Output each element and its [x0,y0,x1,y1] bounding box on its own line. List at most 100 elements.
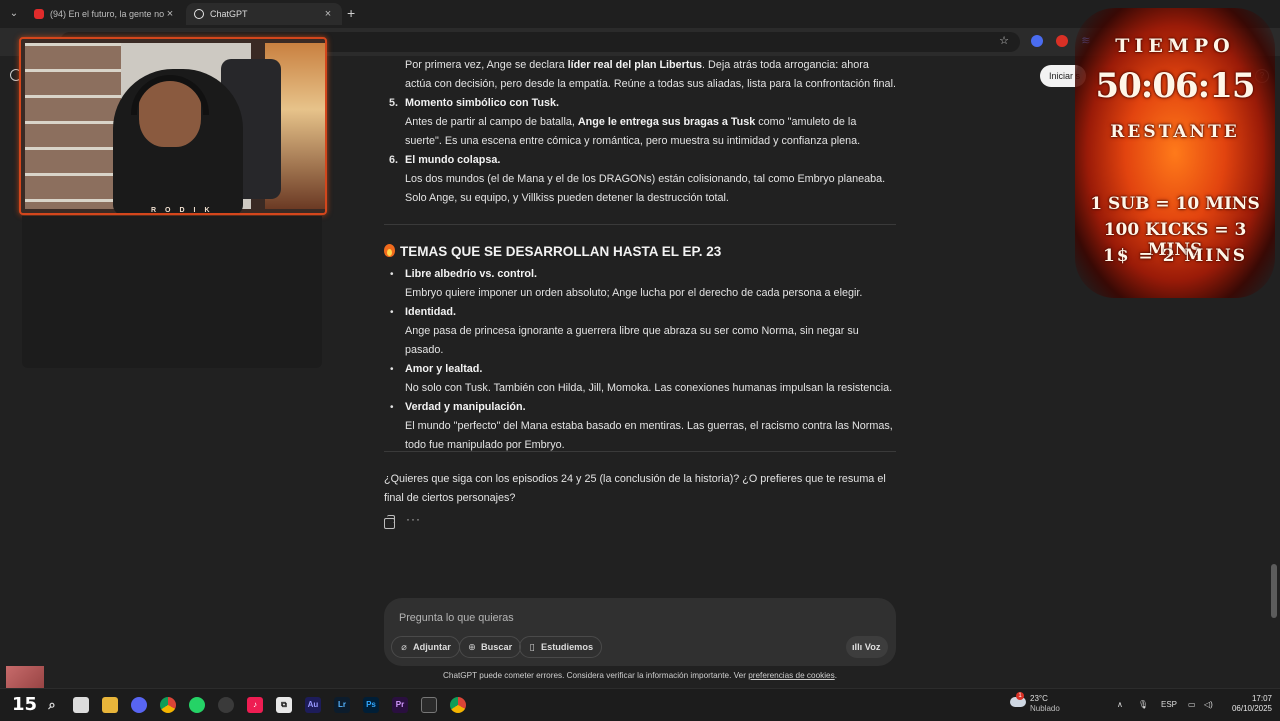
task-view-icon[interactable] [73,697,89,713]
voice-label: Voz [864,642,881,652]
weather-desc: Nublado [1030,704,1060,713]
notification-badge: 1 [1016,692,1024,700]
paragraph-text: Antes de partir al campo de batalla, [405,116,578,128]
list-item-title: Verdad y manipulación. [405,401,526,413]
section-heading: TEMAS QUE SE DESARROLLAN HASTA EL EP. 23 [384,244,721,259]
attach-button[interactable]: ⌀ Adjuntar [391,636,460,658]
thumbnail-number: 15 [12,694,38,715]
timer-rate: 1$ = 2 MINS [1102,246,1248,266]
timer-value: 50:06:15 [1095,66,1255,106]
volume-icon[interactable]: ◁) [1204,700,1213,709]
tab-title: (94) En el futuro, la gente norm [50,9,164,19]
paragraph-text: Embryo quiere imponer un orden absoluto;… [405,287,863,299]
list-item: 6. El mundo colapsa. Los dos mundos (el … [384,151,896,208]
tab-youtube[interactable]: (94) En el futuro, la gente norm × [26,3,184,25]
webcam-panel-background [22,216,322,368]
timer-sublabel: RESTANTE [1110,122,1240,142]
waveform-icon: ıllı [852,642,865,652]
clock-date: 06/10/2025 [1231,704,1272,713]
bullet: • [390,269,394,280]
book-icon: ▯ [529,642,535,652]
premiere-icon[interactable]: Pr [392,697,408,713]
timer-label: TIEMPO [1115,35,1235,57]
tray-chevron-icon[interactable]: ∧ [1117,700,1123,709]
audition-icon[interactable]: Au [305,697,321,713]
weather-temp: 23°C [1030,694,1048,703]
chrome-icon[interactable] [450,697,466,713]
whatsapp-icon[interactable] [189,697,205,713]
themes-list: • Libre albedrío vs. control. Embryo qui… [384,265,896,455]
tab-title: ChatGPT [210,9,248,19]
extension-icon[interactable] [1056,35,1068,47]
tiktok-icon[interactable]: ♪ [247,697,263,713]
timer-rate: 1 SUB = 10 MINS [1090,194,1260,214]
cookie-preferences-link[interactable]: preferencias de cookies [748,671,834,680]
heading-text: TEMAS QUE SE DESARROLLAN HASTA EL EP. 23 [400,244,722,259]
bold-text: Ange le entrega sus bragas a Tusk [577,116,756,128]
paperclip-icon: ⌀ [401,642,407,652]
message-composer: ⌀ Adjuntar ⊕ Buscar ▯ Estudiemos ıllı Voz [384,598,896,666]
fire-emoji-icon [384,244,395,257]
capcut-icon[interactable]: ⧉ [276,697,292,713]
list-item-title: Libre albedrío vs. control. [405,268,537,280]
study-label: Estudiemos [541,642,594,652]
search-label: Buscar [481,642,513,652]
tab-chatgpt[interactable]: ChatGPT × [186,3,342,25]
list-item: • Verdad y manipulación. El mundo "perfe… [384,398,896,455]
search-icon[interactable]: ⌕ [44,697,60,713]
webcam-shelf [25,43,121,209]
voice-button[interactable]: ıllı Voz [846,636,889,658]
copy-icon[interactable] [384,515,395,529]
bullet: • [390,402,394,413]
chatgpt-icon [194,9,204,19]
follow-up-question: ¿Quieres que siga con los episodios 24 y… [384,473,886,504]
new-tab-button[interactable]: + [347,5,355,21]
chrome-icon[interactable] [160,697,176,713]
search-button[interactable]: ⊕ Buscar [459,636,522,658]
bullet: • [390,364,394,375]
clock-time: 17:07 [1251,694,1272,703]
bold-text: líder real del plan Libertus [567,59,703,71]
terminal-icon[interactable] [421,697,437,713]
discord-icon[interactable] [131,697,147,713]
paragraph-text: El mundo "perfecto" del Mana estaba basa… [405,420,893,451]
language-indicator[interactable]: ESP [1161,700,1177,709]
paragraph-text: Por primera vez, Ange se declara [405,59,568,71]
lightroom-icon[interactable]: Lr [334,697,350,713]
list-item-title: El mundo colapsa. [405,154,501,166]
disclaimer-text: ChatGPT puede cometer errores. Considera… [443,671,749,680]
list-item-title: Identidad. [405,306,456,318]
more-options-icon[interactable]: ··· [406,512,421,526]
app-icon[interactable] [218,697,234,713]
subathon-timer-overlay: TIEMPO 50:06:15 RESTANTE 1 SUB = 10 MINS… [1075,8,1275,298]
list-number: 5. [389,97,399,109]
close-tab-icon[interactable]: × [322,8,334,20]
file-explorer-icon[interactable] [102,697,118,713]
youtube-icon [34,9,44,19]
microphone-icon[interactable]: 🎙 [1138,700,1148,709]
disclaimer: ChatGPT puede cometer errores. Considera… [384,671,896,680]
globe-icon: ⊕ [468,642,476,652]
disclaimer-end: . [834,671,837,680]
list-item: • Libre albedrío vs. control. Embryo qui… [384,265,896,303]
scrollbar[interactable] [1271,564,1277,618]
paragraph-text: Los dos mundos (el de Mana y el de los D… [405,173,886,204]
close-tab-icon[interactable]: × [164,8,176,20]
paragraph-text: Ange pasa de princesa ignorante a guerre… [405,325,859,356]
divider [384,224,896,225]
system-clock[interactable]: 17:07 06/10/2025 [1222,694,1272,714]
study-button[interactable]: ▯ Estudiemos [519,636,603,658]
attach-label: Adjuntar [413,642,451,652]
extension-icon[interactable] [1031,35,1043,47]
list-item: 5. Momento simbólico con Tusk. Antes de … [384,94,896,151]
prompt-input[interactable] [397,607,841,629]
tab-search-chevron-icon[interactable]: ⌄ [6,6,22,22]
photoshop-icon[interactable]: Ps [363,697,379,713]
list-item: • Amor y lealtad. No solo con Tusk. Tamb… [384,360,896,398]
assistant-message: Por primera vez, Ange se declara líder r… [384,56,896,208]
list-number: 6. [389,154,399,166]
bookmark-star-icon[interactable]: ☆ [998,35,1010,47]
list-item: • Identidad. Ange pasa de princesa ignor… [384,303,896,360]
network-icon[interactable]: ▭ [1188,700,1196,709]
bullet: • [390,307,394,318]
